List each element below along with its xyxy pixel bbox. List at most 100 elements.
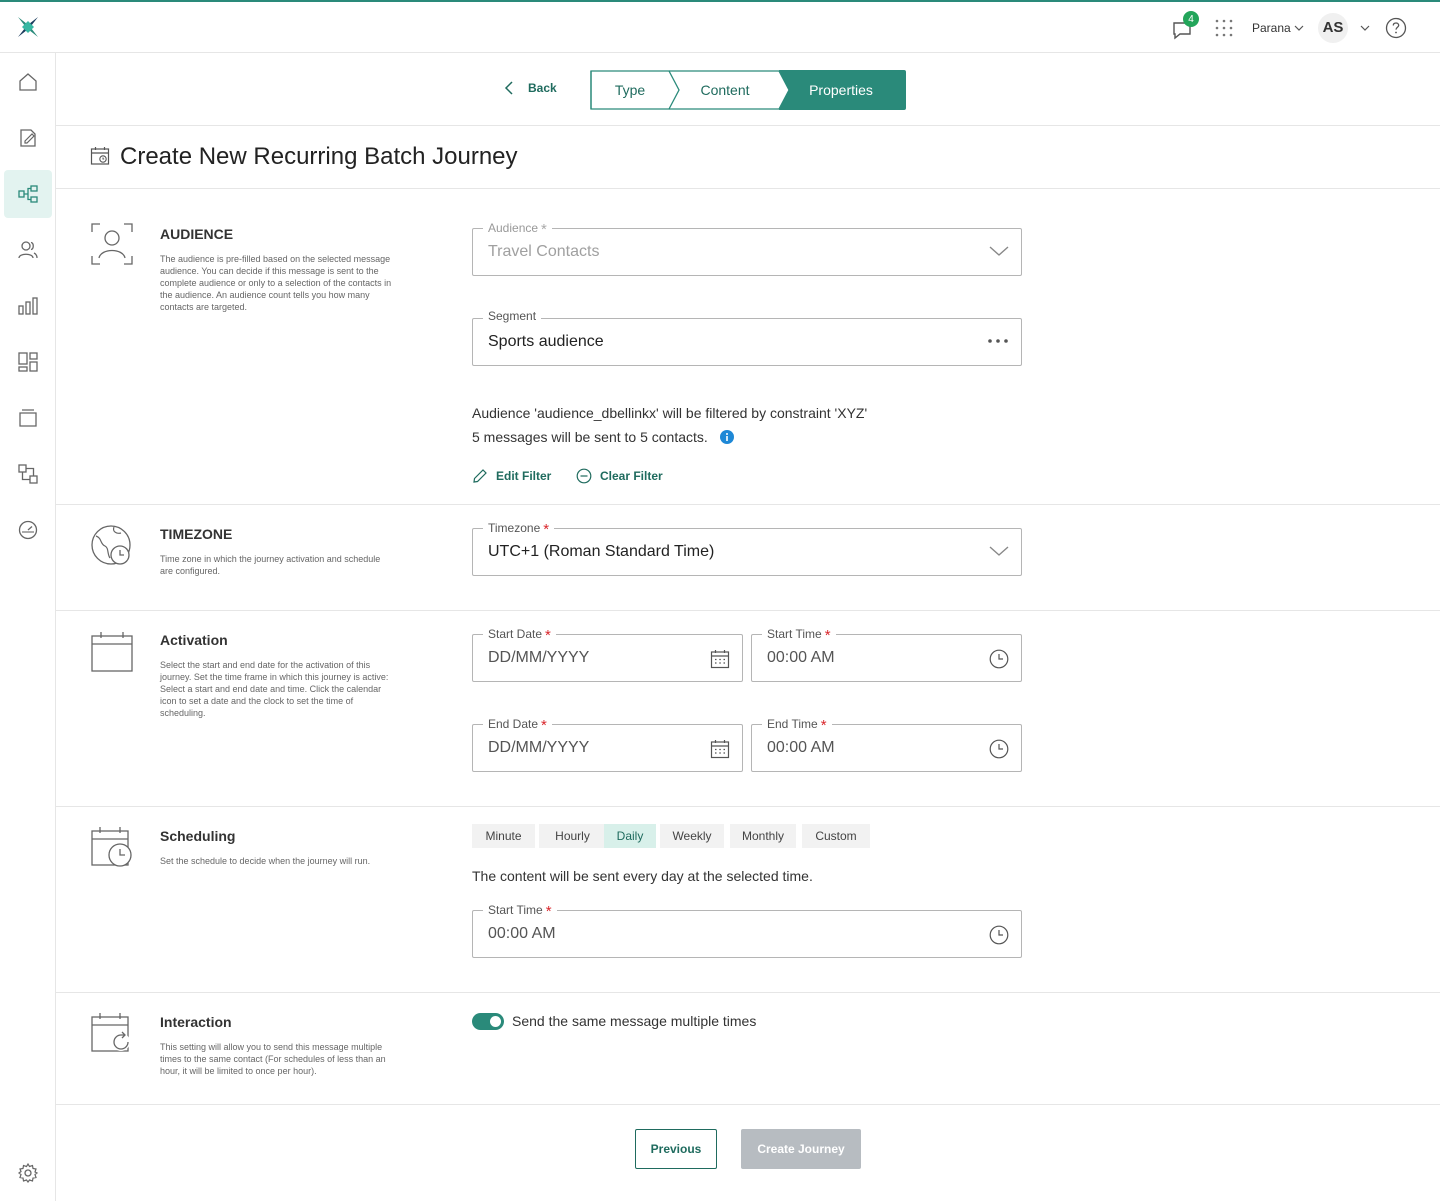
segment-label: Segment (483, 309, 542, 323)
wizard-header: Back Type Content Properties (56, 53, 1440, 126)
schedule-start-time-field[interactable]: Start Time * 00:00 AM (472, 901, 1022, 958)
sidebar-item-home[interactable] (4, 58, 52, 106)
sidebar-item-analytics[interactable] (4, 282, 52, 330)
step-type[interactable]: Type (590, 70, 670, 110)
audience-value: Travel Contacts (488, 243, 600, 260)
home-icon (19, 73, 37, 91)
avatar: AS (1318, 12, 1348, 43)
audience-count-text: 5 messages will be sent to 5 contacts. (472, 429, 708, 445)
create-journey-button[interactable]: Create Journey (741, 1129, 861, 1169)
page-title: Create New Recurring Batch Journey (120, 143, 518, 170)
clear-filter-label: Clear Filter (600, 469, 663, 483)
notification-badge: 4 (1183, 11, 1199, 27)
info-icon[interactable] (719, 430, 734, 444)
clear-filter-button[interactable]: Clear Filter (576, 468, 663, 484)
calendar-icon[interactable] (710, 739, 730, 759)
end-time-field[interactable]: End Time * 00:00 AM (751, 715, 1022, 772)
notifications-button[interactable]: 4 (1170, 2, 1200, 53)
more-options-icon[interactable] (987, 338, 1009, 344)
calendar-clock-icon (90, 147, 110, 165)
audience-title: AUDIENCE (160, 226, 234, 242)
calendar-icon[interactable] (710, 649, 730, 669)
schedule-start-time-value: 00:00 AM (488, 925, 556, 942)
interaction-section: Interaction This setting will allow you … (56, 993, 1440, 1105)
page-header: Create New Recurring Batch Journey (56, 126, 1440, 189)
end-date-label: End Date * (483, 715, 552, 734)
audience-select[interactable]: Audience * Travel Contacts (472, 219, 1022, 276)
frequency-daily[interactable]: Daily (604, 824, 656, 848)
chevron-down-icon (1360, 25, 1370, 31)
step-content[interactable]: Content (680, 70, 770, 110)
activation-title: Activation (160, 632, 228, 648)
audience-filter-text: Audience 'audience_dbellinkx' will be fi… (472, 405, 868, 421)
calendar-clock-icon (91, 827, 132, 867)
timezone-label: Timezone * (483, 519, 555, 538)
scheduling-description: Set the schedule to decide when the jour… (160, 856, 371, 866)
audience-count: 5 messages will be sent to 5 contacts. (472, 429, 734, 445)
frequency-minute[interactable]: Minute (472, 824, 535, 848)
audience-label: Audience * (483, 219, 552, 238)
audience-section: AUDIENCE The audience is pre-filled base… (56, 189, 1440, 505)
users-icon (18, 241, 38, 259)
app-launcher-button[interactable] (1214, 2, 1234, 53)
schedule-start-time-label: Start Time * (483, 901, 557, 920)
send-multiple-label: Send the same message multiple times (512, 1013, 757, 1029)
frequency-weekly[interactable]: Weekly (660, 824, 724, 848)
audience-target-icon (91, 223, 133, 265)
minus-circle-icon (576, 468, 592, 484)
timezone-select[interactable]: Timezone * UTC+1 (Roman Standard Time) (472, 519, 1022, 576)
top-bar: 4 Parana AS (0, 2, 1440, 53)
interaction-description: This setting will allow you to send this… (160, 1042, 386, 1076)
sidebar-item-content[interactable] (4, 114, 52, 162)
frequency-hourly[interactable]: Hourly (539, 824, 606, 848)
chevron-left-icon (504, 81, 513, 95)
back-button[interactable]: Back (504, 81, 557, 95)
clock-icon[interactable] (989, 649, 1009, 669)
sidebar-item-performance[interactable] (4, 506, 52, 554)
activation-section: Activation Select the start and end date… (56, 611, 1440, 807)
workspace-selector[interactable]: Parana (1252, 2, 1304, 53)
chevron-down-icon (1294, 25, 1304, 31)
sidebar-item-archive[interactable] (4, 394, 52, 442)
clock-icon[interactable] (989, 925, 1009, 945)
sidebar-item-journeys[interactable] (4, 170, 52, 218)
send-multiple-toggle[interactable] (472, 1013, 504, 1030)
start-time-value: 00:00 AM (767, 649, 835, 666)
help-icon (1385, 17, 1407, 38)
user-menu[interactable]: AS (1318, 2, 1370, 53)
previous-button[interactable]: Previous (635, 1129, 717, 1169)
scheduling-title: Scheduling (160, 828, 236, 844)
activation-description: Select the start and end date for the ac… (160, 660, 389, 718)
journey-flow-icon (18, 185, 38, 203)
chevron-down-icon (989, 246, 1009, 256)
end-date-value: DD/MM/YYYY (488, 739, 590, 756)
sidebar-item-contacts[interactable] (4, 226, 52, 274)
back-label: Back (528, 81, 557, 95)
start-time-field[interactable]: Start Time * 00:00 AM (751, 625, 1022, 682)
frequency-custom[interactable]: Custom (802, 824, 870, 848)
timezone-description: Time zone in which the journey activatio… (160, 554, 381, 576)
end-time-label: End Time * (762, 715, 832, 734)
end-date-field[interactable]: End Date * DD/MM/YYYY (472, 715, 743, 772)
chevron-down-icon (989, 546, 1009, 556)
audience-description: The audience is pre-filled based on the … (160, 254, 392, 312)
edit-filter-button[interactable]: Edit Filter (472, 468, 551, 484)
sidebar-item-settings[interactable] (4, 1149, 52, 1197)
start-date-field[interactable]: Start Date * DD/MM/YYYY (472, 625, 743, 682)
gauge-icon (18, 520, 38, 540)
integrations-icon (18, 464, 38, 484)
grid-dots-icon (1215, 19, 1233, 36)
app-logo-icon[interactable] (16, 15, 40, 39)
sidebar-item-dashboard[interactable] (4, 338, 52, 386)
start-date-label: Start Date * (483, 625, 556, 644)
timezone-title: TIMEZONE (160, 526, 233, 542)
frequency-monthly[interactable]: Monthly (730, 824, 796, 848)
help-button[interactable] (1385, 2, 1407, 53)
edit-filter-label: Edit Filter (496, 469, 552, 483)
step-properties[interactable]: Properties (786, 70, 896, 110)
clock-icon[interactable] (989, 739, 1009, 759)
schedule-info: The content will be sent every day at th… (472, 868, 813, 884)
sidebar-item-integrations[interactable] (4, 450, 52, 498)
globe-clock-icon (91, 525, 131, 565)
segment-field[interactable]: Segment Sports audience (472, 309, 1022, 366)
